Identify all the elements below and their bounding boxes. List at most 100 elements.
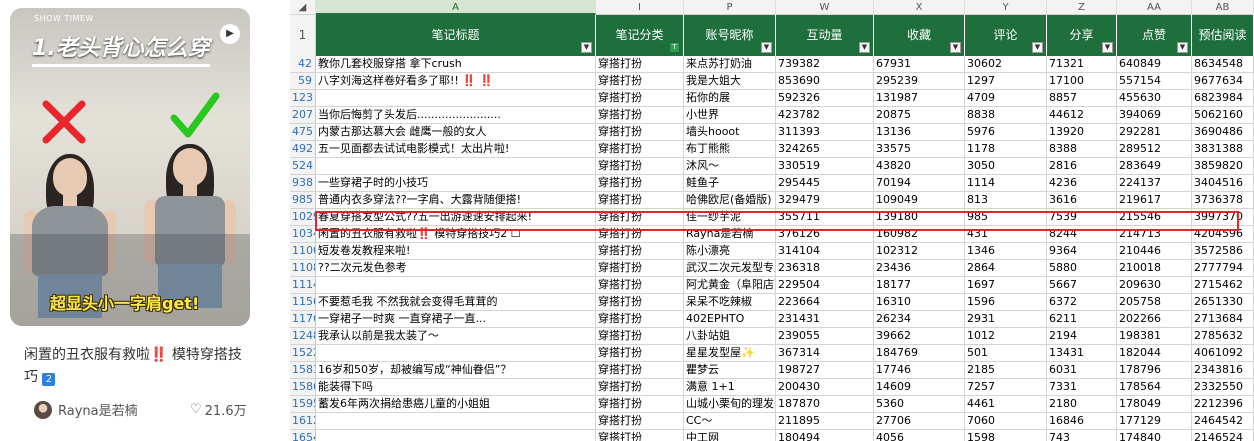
table-cell[interactable]: 13920 <box>1047 124 1117 140</box>
avatar[interactable] <box>34 400 52 419</box>
table-cell[interactable]: 557154 <box>1117 73 1192 89</box>
table-cell[interactable] <box>316 277 596 293</box>
filter-dropdown-icon[interactable]: ▼ <box>1177 42 1188 53</box>
author[interactable]: Rayna是若楠 <box>34 400 138 419</box>
table-cell[interactable]: 一穿裙子一时爽 一直穿裙子一直... <box>316 311 596 327</box>
table-cell[interactable]: 短发卷发教程来啦! <box>316 243 596 259</box>
table-cell[interactable]: 穿搭打扮 <box>596 158 684 174</box>
table-cell[interactable]: 20875 <box>874 107 965 123</box>
table-cell[interactable]: 拓你的展 <box>684 90 776 106</box>
table-cell[interactable] <box>316 430 596 441</box>
column-letter-aa[interactable]: AA <box>1117 0 1192 15</box>
table-cell[interactable]: 3572586 <box>1192 243 1254 259</box>
filter-active-icon[interactable]: T <box>669 42 680 53</box>
table-cell[interactable]: 2651330 <box>1192 294 1254 310</box>
table-cell[interactable]: 23436 <box>874 260 965 276</box>
table-cell[interactable]: 穿搭打扮 <box>596 413 684 429</box>
table-cell[interactable]: 1697 <box>965 277 1047 293</box>
table-cell[interactable]: 16310 <box>874 294 965 310</box>
table-cell[interactable]: 1178 <box>965 141 1047 157</box>
table-cell[interactable]: 1114 <box>965 175 1047 191</box>
table-cell[interactable]: 71321 <box>1047 56 1117 72</box>
table-cell[interactable]: 4461 <box>965 396 1047 412</box>
table-cell[interactable]: 当你后悔剪了头发后........................ <box>316 107 596 123</box>
table-row[interactable]: 475 内蒙古那达慕大会 雌鹰一般的女人 穿搭打扮 墙头hooot 311393 1313… <box>290 124 1254 141</box>
table-cell[interactable]: 3050 <box>965 158 1047 174</box>
table-row[interactable]: 524 穿搭打扮 沐风～ 330519 43820 3050 2816 283649 38598… <box>290 158 1254 175</box>
table-cell[interactable]: 214713 <box>1117 226 1192 242</box>
table-cell[interactable]: 8244 <box>1047 226 1117 242</box>
table-cell[interactable]: 292281 <box>1117 124 1192 140</box>
table-cell[interactable]: 2332550 <box>1192 379 1254 395</box>
row-number[interactable]: 1248 <box>290 328 316 344</box>
row-number[interactable]: 524 <box>290 158 316 174</box>
table-cell[interactable]: 7331 <box>1047 379 1117 395</box>
row-number[interactable]: 1114 <box>290 277 316 293</box>
table-cell[interactable]: 3859820 <box>1192 158 1254 174</box>
table-cell[interactable]: 8857 <box>1047 90 1117 106</box>
table-cell[interactable]: 陈小漂亮 <box>684 243 776 259</box>
column-letter-z[interactable]: Z <box>1047 0 1117 15</box>
filter-dropdown-icon[interactable]: ▼ <box>1032 42 1043 53</box>
table-row[interactable]: 1114 穿搭打扮阿尤黄金（阜阳店）22950418177169756672096… <box>290 277 1254 294</box>
table-row[interactable]: 1522 穿搭打扮星星发型屋✨36731418476950113431182044… <box>290 345 1254 362</box>
table-cell[interactable]: 我承认以前是我太装了～ <box>316 328 596 344</box>
table-cell[interactable]: 813 <box>965 192 1047 208</box>
table-cell[interactable]: 1297 <box>965 73 1047 89</box>
table-cell[interactable]: 8634548 <box>1192 56 1254 72</box>
row-number[interactable]: 1108 <box>290 260 316 276</box>
table-cell[interactable]: 瞿梦云 <box>684 362 776 378</box>
filter-dropdown-icon[interactable]: ▼ <box>1102 42 1113 53</box>
table-cell[interactable]: 367314 <box>776 345 874 361</box>
table-cell[interactable]: 640849 <box>1117 56 1192 72</box>
table-cell[interactable]: 穿搭打扮 <box>596 311 684 327</box>
table-cell[interactable]: 满意 1+1 <box>684 379 776 395</box>
table-cell[interactable]: 9677634 <box>1192 73 1254 89</box>
row-number[interactable]: 123 <box>290 90 316 106</box>
table-cell[interactable]: 30602 <box>965 56 1047 72</box>
table-cell[interactable]: 佳一纱芋泥 <box>684 209 776 225</box>
table-cell[interactable]: 205758 <box>1117 294 1192 310</box>
table-cell[interactable]: 穿搭打扮 <box>596 73 684 89</box>
table-cell[interactable]: 16岁和50岁，却被编写成“神仙眷侣”？ <box>316 362 596 378</box>
table-cell[interactable]: 102312 <box>874 243 965 259</box>
table-cell[interactable]: 198381 <box>1117 328 1192 344</box>
table-cell[interactable]: 穿搭打扮 <box>596 107 684 123</box>
row-number[interactable]: 1034 <box>290 226 316 242</box>
table-row[interactable]: 1029春夏穿搭发型公式??五一出游速速安排起来!穿搭打扮佳一纱芋泥355711… <box>290 209 1254 226</box>
table-cell[interactable]: 内蒙古那达慕大会 雌鹰一般的女人 <box>316 124 596 140</box>
table-cell[interactable]: 5360 <box>874 396 965 412</box>
table-cell[interactable]: 39662 <box>874 328 965 344</box>
table-cell[interactable]: 43820 <box>874 158 965 174</box>
table-cell[interactable]: 3404516 <box>1192 175 1254 191</box>
table-cell[interactable]: 431 <box>965 226 1047 242</box>
row-number[interactable]: 207 <box>290 107 316 123</box>
table-cell[interactable]: 呆呆不吃辣椒 <box>684 294 776 310</box>
note-title[interactable]: 闲置的丑衣服有救啦‼️ 模特穿搭技巧 2 <box>24 344 254 388</box>
table-cell[interactable]: 4236 <box>1047 175 1117 191</box>
table-cell[interactable]: 4056 <box>874 430 965 441</box>
table-row[interactable]: 985 普通内衣多穿法??一字肩、大露背随便搭! 穿搭打扮 哈佛欧尼(备婚版) 3294… <box>290 192 1254 209</box>
column-letter-x[interactable]: X <box>874 0 965 15</box>
table-cell[interactable]: 穿搭打扮 <box>596 362 684 378</box>
table-cell[interactable]: 墙头hooot <box>684 124 776 140</box>
table-cell[interactable]: 70194 <box>874 175 965 191</box>
cover-image[interactable]: SHOW TIMEW 1.老头背心怎么穿 ▶ 超显头小一字肩get! <box>10 8 250 326</box>
table-cell[interactable]: 376126 <box>776 226 874 242</box>
table-cell[interactable]: 4709 <box>965 90 1047 106</box>
table-cell[interactable]: 穿搭打扮 <box>596 294 684 310</box>
table-cell[interactable]: 1346 <box>965 243 1047 259</box>
table-cell[interactable] <box>316 90 596 106</box>
table-cell[interactable]: 1012 <box>965 328 1047 344</box>
table-cell[interactable]: CC～ <box>684 413 776 429</box>
table-cell[interactable]: 穿搭打扮 <box>596 226 684 242</box>
table-cell[interactable]: 231431 <box>776 311 874 327</box>
spreadsheet[interactable]: ◢ A I P W X Y Z AA AB 1 笔记标题 ▼ 笔记分类 T 账号昵称… <box>290 0 1254 441</box>
table-cell[interactable]: 穿搭打扮 <box>596 328 684 344</box>
table-row[interactable]: 158316岁和50岁，却被编写成“神仙眷侣”？穿搭打扮瞿梦云198727177… <box>290 362 1254 379</box>
table-row[interactable]: 938 一些穿裙子时的小技巧 穿搭打扮 鲑鱼子 295445 70194 1114 4236 2… <box>290 175 1254 192</box>
table-cell[interactable]: 853690 <box>776 73 874 89</box>
table-row[interactable]: 492 五一见面都去试试电影模式！太出片啦! 穿搭打扮 布丁熊熊 324265 33575… <box>290 141 1254 158</box>
table-cell[interactable]: 423782 <box>776 107 874 123</box>
table-cell[interactable]: 27706 <box>874 413 965 429</box>
